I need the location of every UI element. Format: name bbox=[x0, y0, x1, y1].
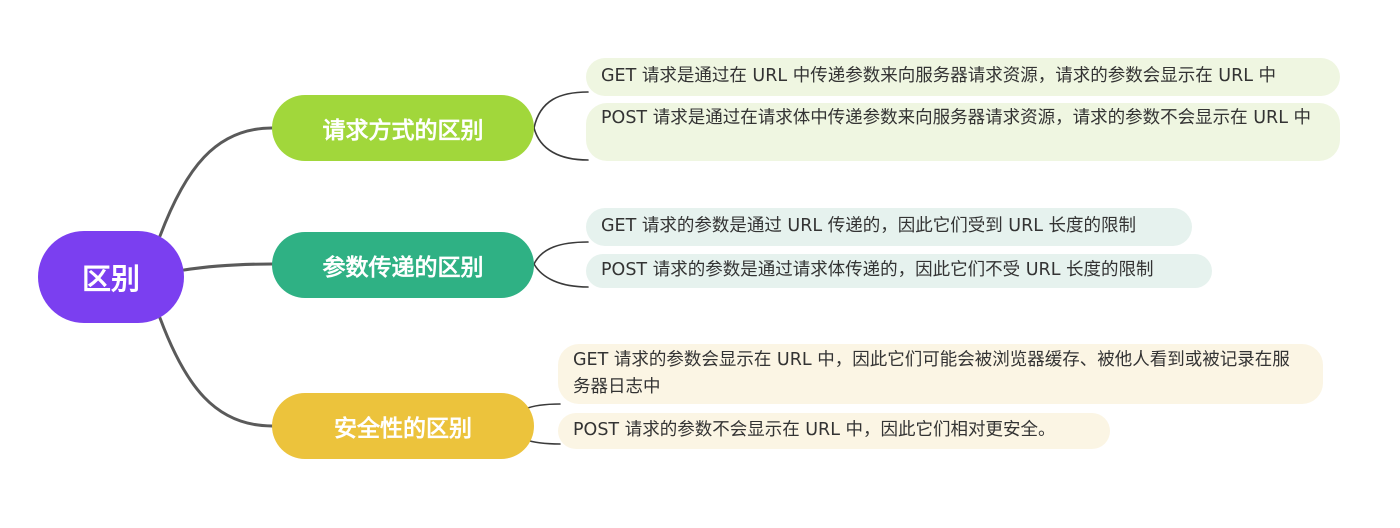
leaf-node-post-security: POST 请求的参数不会显示在 URL 中，因此它们相对更安全。 bbox=[558, 413, 1110, 449]
branch-node-request-method: 请求方式的区别 bbox=[272, 95, 534, 161]
root-node-label: 区别 bbox=[81, 262, 140, 296]
connector-branch-2-leaf-1 bbox=[533, 241, 589, 265]
branch-node-label: 参数传递的区别 bbox=[322, 255, 484, 281]
connector-branch-1-leaf-1 bbox=[533, 91, 589, 129]
leaf-node-post-parameters: POST 请求的参数是通过请求体传递的，因此它们不受 URL 长度的限制 bbox=[586, 254, 1212, 288]
leaf-node-get-security: GET 请求的参数会显示在 URL 中，因此它们可能会被浏览器缓存、被他人看到或… bbox=[558, 344, 1323, 404]
connector-root-branch-2 bbox=[182, 262, 274, 272]
leaf-node-get-method: GET 请求是通过在 URL 中传递参数来向服务器请求资源，请求的参数会显示在 … bbox=[586, 58, 1340, 96]
connector-root-branch-3 bbox=[158, 316, 274, 428]
branch-node-security: 安全性的区别 bbox=[272, 393, 534, 459]
branch-node-label: 请求方式的区别 bbox=[322, 118, 484, 144]
root-node: 区别 bbox=[38, 231, 184, 323]
leaf-node-get-parameters: GET 请求的参数是通过 URL 传递的，因此它们受到 URL 长度的限制 bbox=[586, 208, 1192, 246]
connector-root-branch-1 bbox=[158, 126, 274, 238]
leaf-node-post-method: POST 请求是通过在请求体中传递参数来向服务器请求资源，请求的参数不会显示在 … bbox=[586, 103, 1340, 161]
branch-node-parameter-passing: 参数传递的区别 bbox=[272, 232, 534, 298]
connector-branch-2-leaf-2 bbox=[533, 263, 589, 288]
branch-node-label: 安全性的区别 bbox=[334, 416, 472, 442]
connector-branch-1-leaf-2 bbox=[533, 127, 589, 161]
